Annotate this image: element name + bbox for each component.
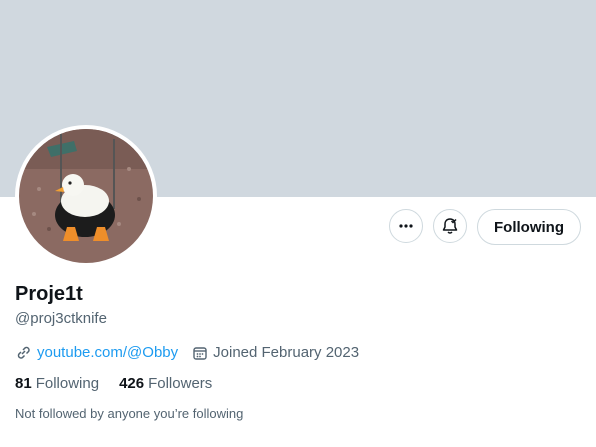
calendar-icon (193, 346, 207, 360)
bell-check-icon (442, 218, 458, 234)
more-options-button[interactable] (389, 209, 423, 243)
followers-count-link[interactable]: 426 Followers (119, 375, 212, 392)
profile-avatar[interactable] (15, 125, 157, 267)
display-name: Proje1t (15, 283, 83, 305)
profile-meta: youtube.com/@Obby Joined February 2023 (15, 344, 359, 361)
follow-counts: 81 Following 426 Followers (15, 375, 232, 392)
followers-count: 426 (119, 375, 145, 392)
website-item: youtube.com/@Obby (15, 344, 178, 361)
user-handle: @proj3ctknife (15, 310, 107, 327)
following-count: 81 (15, 375, 32, 392)
following-count-link[interactable]: 81 Following (15, 375, 99, 392)
following-label: Following (35, 375, 100, 392)
more-horizontal-icon (399, 224, 413, 228)
avatar-duck-image (19, 129, 153, 263)
joined-item: Joined February 2023 (192, 344, 359, 361)
followed-by-note[interactable]: Not followed by anyone you’re following (15, 406, 243, 421)
link-icon (17, 346, 30, 359)
website-link[interactable]: youtube.com/@Obby (37, 344, 178, 361)
joined-date: Joined February 2023 (213, 344, 360, 361)
following-button[interactable]: Following (477, 209, 581, 245)
followers-label: Followers (148, 375, 213, 392)
notifications-button[interactable] (433, 209, 467, 243)
